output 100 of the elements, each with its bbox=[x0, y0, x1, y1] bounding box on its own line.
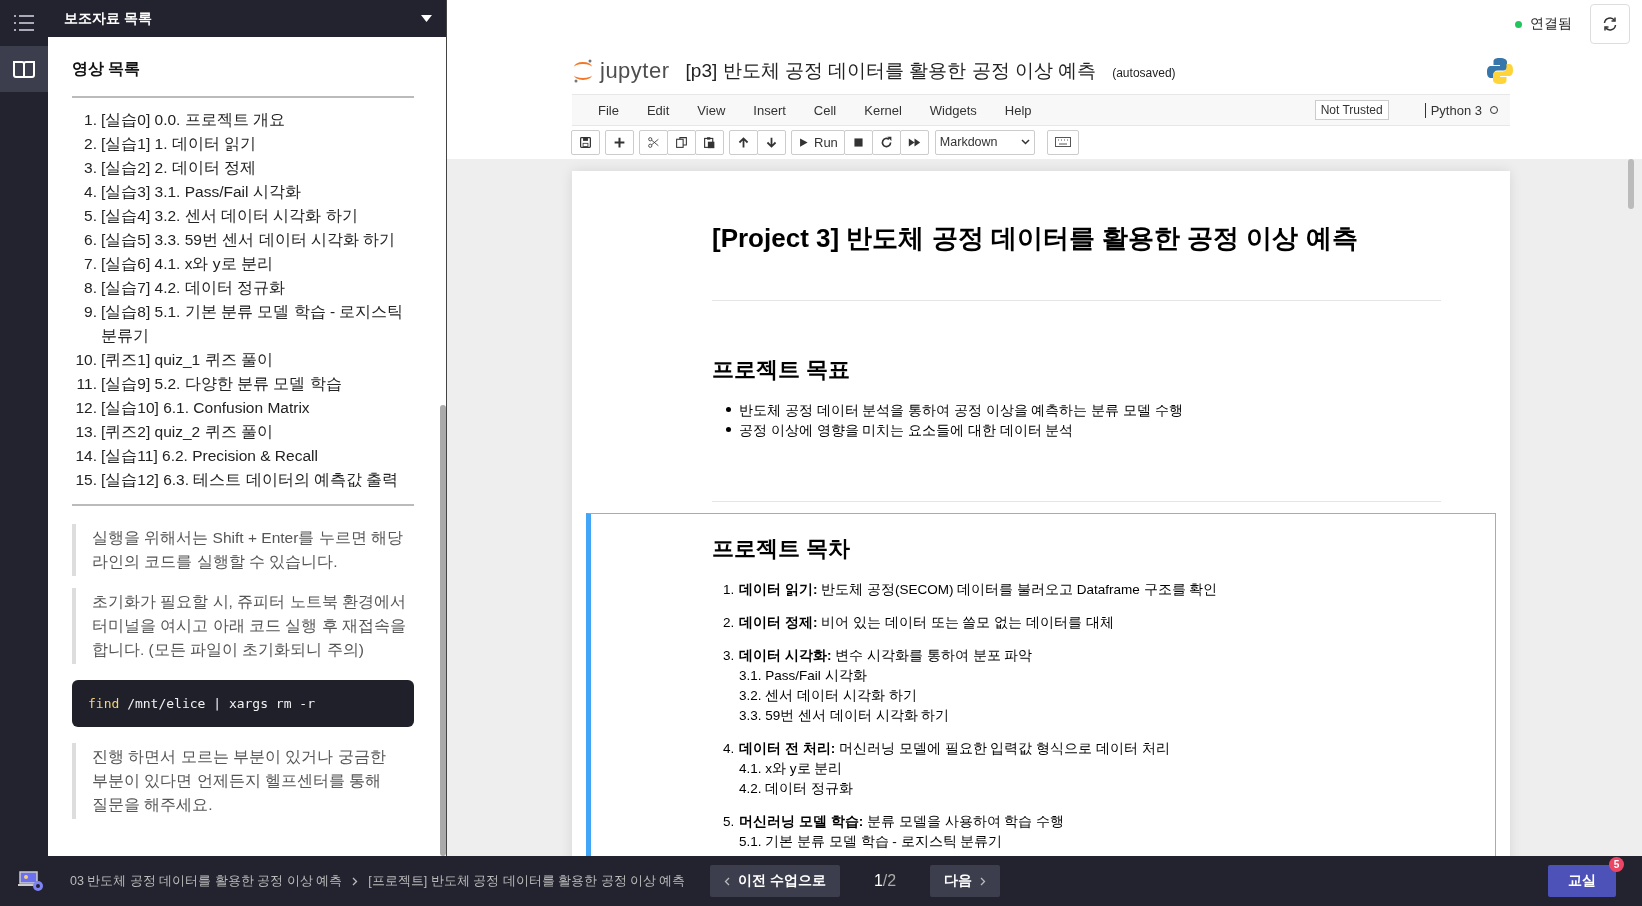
previous-lesson-button[interactable]: 이전 수업으로 bbox=[710, 865, 840, 897]
chevron-left-icon bbox=[724, 876, 730, 886]
refresh-button[interactable] bbox=[1590, 4, 1630, 44]
code-block: find /mnt/elice | xargs rm -r bbox=[72, 680, 414, 727]
video-list-item[interactable]: 7. [실습6] 4.1. x와 y로 분리 bbox=[72, 252, 414, 276]
plus-icon bbox=[613, 135, 626, 149]
next-button[interactable]: 다음 bbox=[930, 865, 1001, 897]
sublist-text: 3.2. 센서 데이터 시각화 하기 bbox=[739, 688, 917, 703]
video-list-item[interactable]: 9. [실습8] 5.1. 기본 분류 모델 학습 - 로지스틱 분류기 bbox=[72, 300, 414, 348]
play-icon bbox=[798, 136, 809, 148]
sublist-text: 4.1. x와 y로 분리 bbox=[739, 761, 843, 776]
note-text: 진행 하면서 모르는 부분이 있거나 궁금한 부분이 있다면 언제든지 헬프센터를 통해 질문을 해주세요. bbox=[72, 743, 414, 819]
dropdown-caret-icon[interactable] bbox=[421, 15, 432, 22]
down-arrow-icon bbox=[765, 135, 778, 149]
notebook-title[interactable]: [p3] 반도체 공정 데이터를 활용한 공정 이상 예측 bbox=[685, 58, 1097, 84]
python-logo-icon bbox=[1486, 57, 1514, 85]
kernel-name: Python 3 bbox=[1430, 102, 1482, 118]
notebook-heading: [Project 3] 반도체 공정 데이터를 활용한 공정 이상 예측 bbox=[712, 222, 1359, 255]
dropdown-caret-icon bbox=[1020, 139, 1030, 145]
copy-icon bbox=[675, 135, 688, 149]
list-text: 머신러닝 모델 학습: 분류 모델을 사용하여 학습 수행 bbox=[739, 813, 1065, 831]
sublist-text: 5.1. 기본 분류 모델 학습 - 로지스틱 분류기 bbox=[739, 834, 1003, 849]
list-text: 데이터 전 처리: 머신러닝 모델에 필요한 입력값 형식으로 데이터 처리 bbox=[739, 740, 1170, 758]
menu-item[interactable]: View bbox=[683, 102, 740, 118]
sublist-text: 3.3. 59번 센서 데이터 시각화 하기 bbox=[739, 708, 950, 723]
list-number: 4. bbox=[723, 740, 735, 758]
keyboard-icon bbox=[1054, 137, 1071, 147]
video-list-item[interactable]: 2. [실습1] 1. 데이터 읽기 bbox=[72, 132, 414, 156]
menu-icon bbox=[14, 14, 34, 32]
list-text: 데이터 시각화: 변수 시각화를 통하여 분포 파악 bbox=[739, 647, 1033, 665]
restart-icon bbox=[879, 135, 893, 149]
section-title: 영상 목록 bbox=[72, 59, 142, 79]
list-number: 3. bbox=[723, 647, 735, 665]
breadcrumb-link[interactable]: [프로젝트] 반도체 공정 데이터를 활용한 공정 이상 예측 bbox=[368, 872, 686, 890]
video-list-item[interactable]: 3. [실습2] 2. 데이터 정제 bbox=[72, 156, 414, 180]
refresh-icon bbox=[1602, 16, 1618, 32]
save-icon bbox=[579, 135, 592, 149]
panel-title: 보조자료 목록 bbox=[64, 9, 152, 28]
move-down-button[interactable] bbox=[757, 129, 786, 155]
scrollbar[interactable] bbox=[440, 405, 446, 856]
video-list-item[interactable]: 10. [퀴즈1] quiz_1 퀴즈 풀이 bbox=[72, 348, 414, 372]
video-list-item[interactable]: 14. [실습11] 6.2. Precision & Recall bbox=[72, 444, 414, 468]
stop-icon bbox=[851, 135, 865, 149]
scissors-icon bbox=[647, 135, 660, 149]
video-list-item[interactable]: 13. [퀴즈2] quiz_2 퀴즈 풀이 bbox=[72, 420, 414, 444]
list-text: 데이터 읽기: 반도체 공정(SECOM) 데이터를 불러오고 Dataframe 구조를 확인 bbox=[739, 581, 1218, 599]
video-list-item[interactable]: 12. [실습10] 6.1. Confusion Matrix bbox=[72, 396, 414, 420]
breadcrumb-link[interactable]: 03 반도체 공정 데이터를 활용한 공정 이상 예측 bbox=[70, 872, 343, 890]
keyboard-shortcuts-button[interactable] bbox=[1046, 129, 1079, 155]
copy-button[interactable] bbox=[667, 129, 696, 155]
bullet-text: 반도체 공정 데이터 분석을 통하여 공정 이상을 예측하는 분류 모델 수행 bbox=[739, 402, 1183, 420]
autosave-status: (autosaved) bbox=[1112, 66, 1177, 80]
save-button[interactable] bbox=[571, 129, 600, 155]
chevron-right-icon bbox=[980, 876, 987, 886]
page-indicator: 1/2 bbox=[873, 872, 897, 890]
book-icon bbox=[13, 60, 35, 78]
video-list-item[interactable]: 1. [실습0] 0.0. 프로젝트 개요 bbox=[72, 108, 414, 132]
video-list-item[interactable]: 8. [실습7] 4.2. 데이터 정규화 bbox=[72, 276, 414, 300]
jupyter-logo-icon bbox=[572, 58, 594, 84]
paste-button[interactable] bbox=[695, 129, 724, 155]
menu-item[interactable]: Insert bbox=[739, 102, 800, 118]
bullet-icon bbox=[726, 407, 731, 412]
bullet-icon bbox=[726, 427, 731, 432]
video-list-item[interactable]: 6. [실습5] 3.3. 59번 센서 데이터 시각화 하기 bbox=[72, 228, 414, 252]
note-text: 실행을 위해서는 Shift + Enter를 누르면 해당 라인의 코드를 실행할 수 있습니다. bbox=[72, 524, 414, 576]
list-text: 데이터 정제: 비어 있는 데이터 또는 쓸모 없는 데이터를 대체 bbox=[739, 614, 1114, 632]
connection-status: 연결됨 bbox=[1530, 15, 1572, 33]
video-list-item[interactable]: 4. [실습3] 3.1. Pass/Fail 시각화 bbox=[72, 180, 414, 204]
sublist-text: 4.2. 데이터 정규화 bbox=[739, 781, 854, 796]
section-heading: 프로젝트 목차 bbox=[712, 535, 852, 563]
menu-item[interactable]: Help bbox=[990, 102, 1046, 118]
laptop-gear-icon bbox=[18, 870, 44, 892]
notebook-cell[interactable]: [Project 3] 반도체 공정 데이터를 활용한 공정 이상 예측 프로젝트 목표 반도체 공정 데이터 분석을 통하여 공정 이상을 예측하는 분류 모델 수행 공정 이상에 영향을 미치는 요소들에 대한 데이터 분석 bbox=[586, 186, 1496, 513]
list-number: 5. bbox=[723, 813, 735, 831]
section-heading: 프로젝트 목표 bbox=[712, 356, 852, 384]
video-list-item[interactable]: 15. [실습12] 6.3. 테스트 데이터의 예측값 출력 bbox=[72, 468, 414, 492]
materials-tab[interactable] bbox=[0, 46, 48, 92]
restart-button[interactable] bbox=[871, 129, 901, 155]
move-up-button[interactable] bbox=[729, 129, 758, 155]
menu-item[interactable]: File bbox=[584, 102, 633, 118]
sublist-text: 3.1. Pass/Fail 시각화 bbox=[739, 668, 867, 683]
run-all-button[interactable] bbox=[899, 129, 929, 155]
video-list-item[interactable]: 5. [실습4] 3.2. 센서 데이터 시각화 하기 bbox=[72, 204, 414, 228]
menu-item[interactable]: Edit bbox=[632, 102, 684, 118]
paste-icon bbox=[703, 135, 716, 149]
note-text: 초기화가 필요할 시, 쥬피터 노트북 환경에서 터미널을 여시고 아래 코드 실행 후 재접속을 합니다. (모든 파일이 초기화되니 주의) bbox=[72, 588, 414, 664]
menu-item[interactable]: Widgets bbox=[915, 102, 991, 118]
chevron-right-icon bbox=[352, 876, 359, 886]
video-list-item[interactable]: 11. [실습9] 5.2. 다양한 분류 모델 학습 bbox=[72, 372, 414, 396]
scrollbar[interactable] bbox=[1628, 159, 1634, 209]
menu-item[interactable]: Cell bbox=[799, 102, 851, 118]
stop-button[interactable] bbox=[843, 129, 873, 155]
trust-indicator[interactable]: Not Trusted bbox=[1314, 100, 1389, 120]
cell-type-dropdown[interactable]: Markdown bbox=[934, 129, 1035, 155]
run-button[interactable]: Run bbox=[791, 129, 845, 155]
bullet-text: 공정 이상에 영향을 미치는 요소들에 대한 데이터 분석 bbox=[739, 422, 1074, 440]
insert-cell-button[interactable] bbox=[605, 129, 634, 155]
list-number: 2. bbox=[723, 614, 735, 632]
notification-badge: 5 bbox=[1609, 857, 1624, 872]
menu-item[interactable]: Kernel bbox=[850, 102, 916, 118]
